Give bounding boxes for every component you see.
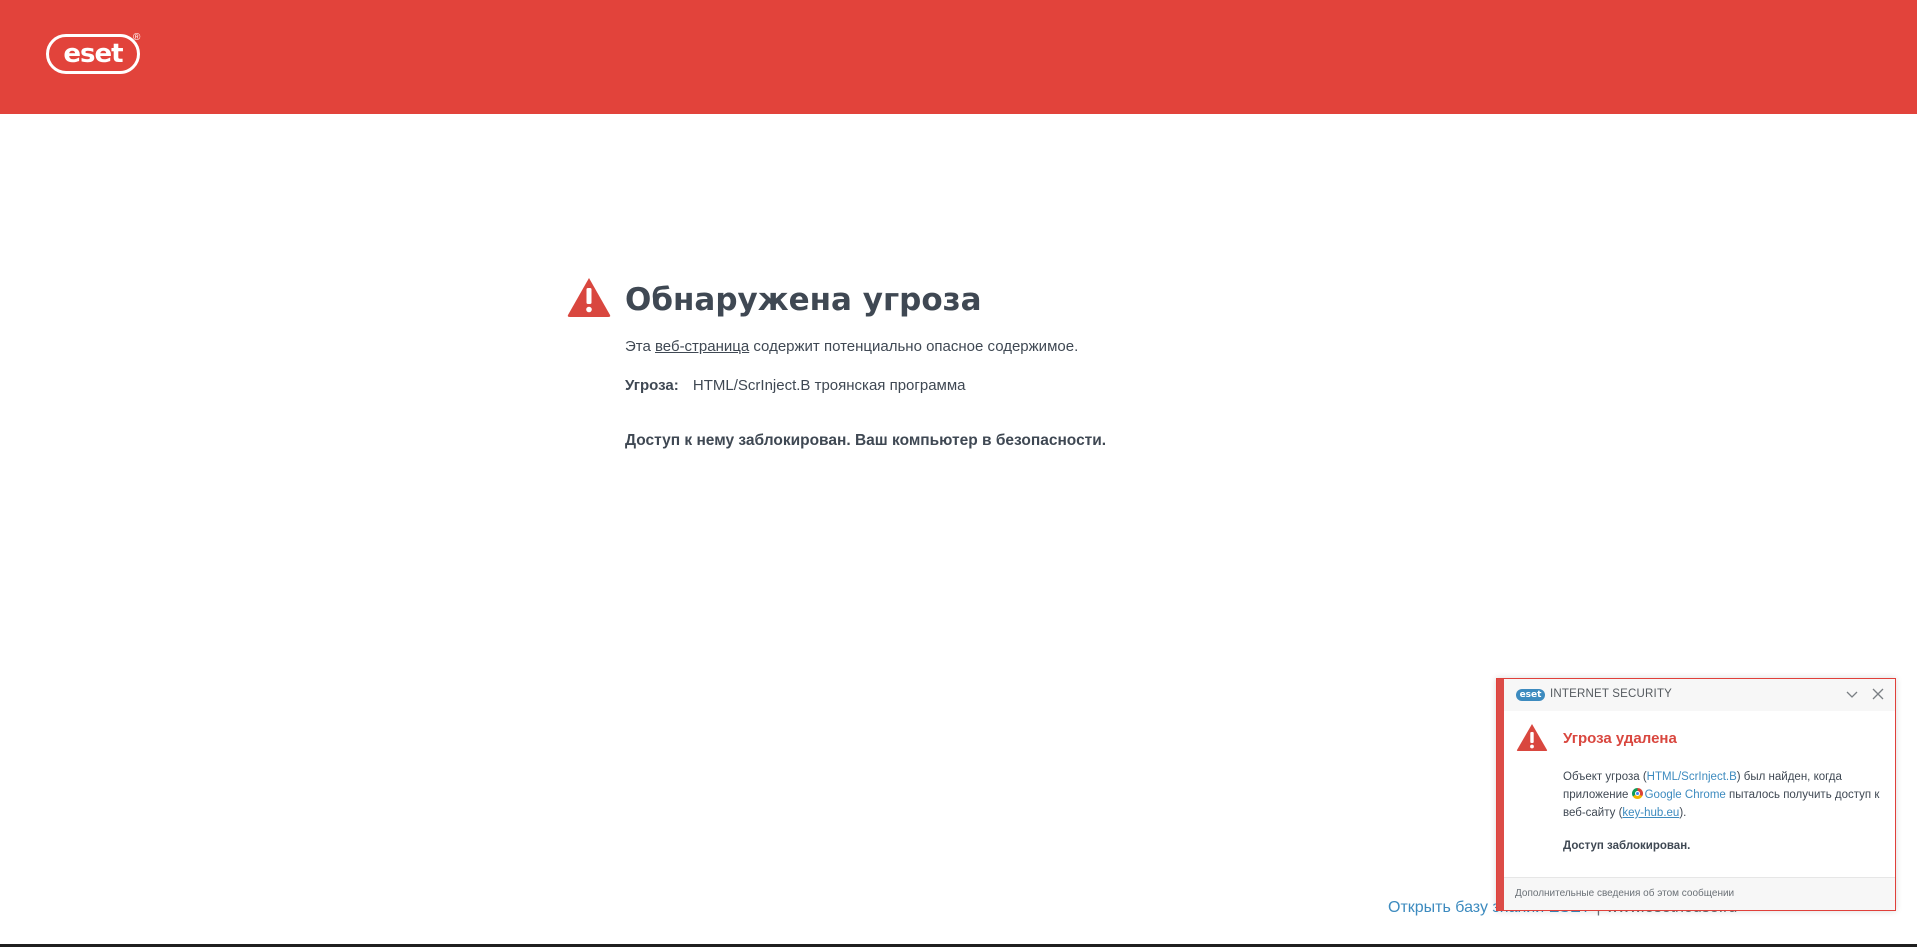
chrome-icon [1631,788,1643,799]
mini-logo-text: eset [1519,690,1542,700]
web-page-link[interactable]: веб-страница [655,338,749,355]
desc-before: Эта [625,338,655,355]
notification-header: eset INTERNET SECURITY [1504,679,1895,711]
page-title: Обнаружена угроза [625,282,982,318]
logo-registered-mark: ® [133,32,141,43]
warning-icon [1516,724,1548,751]
eset-mini-logo: eset [1516,689,1545,701]
body-part-4: ). [1679,807,1687,819]
threat-description: Эта веб-страница содержит потенциально о… [625,338,1078,355]
close-icon[interactable] [1871,687,1885,701]
body-part-1: Объект угроза ( [1563,771,1647,783]
notification-footer: Дополнительные сведения об этом сообщени… [1504,877,1895,910]
more-info-link[interactable]: Дополнительные сведения об этом сообщени… [1515,888,1734,899]
notification-accent [1497,679,1504,910]
threat-row: Угроза: HTML/ScrInject.B троянская прогр… [625,377,966,394]
app-name: Google Chrome [1644,789,1726,801]
eset-logo-text: eset [63,39,123,69]
eset-logo[interactable]: eset [46,34,140,74]
blocked-message: Доступ к нему заблокирован. Ваш компьюте… [625,432,1107,449]
chevron-down-icon[interactable] [1845,687,1859,701]
notification-body: Объект угроза (HTML/ScrInject.B) был най… [1563,768,1881,822]
warning-icon [567,278,611,317]
notification-title: Угроза удалена [1563,730,1677,747]
header-bar: eset ® [0,0,1917,114]
site-link[interactable]: key-hub.eu [1622,807,1679,819]
desc-after: содержит потенциально опасное содержимое… [749,338,1079,355]
product-name: INTERNET SECURITY [1550,688,1673,700]
threat-notification[interactable]: eset INTERNET SECURITY Угроза удалена Об… [1496,678,1896,911]
threat-label: Угроза: [625,377,679,394]
threat-name-link[interactable]: HTML/ScrInject.B [1647,771,1737,783]
threat-value: HTML/ScrInject.B троянская программа [692,377,966,394]
notification-blocked: Доступ заблокирован. [1563,840,1691,852]
